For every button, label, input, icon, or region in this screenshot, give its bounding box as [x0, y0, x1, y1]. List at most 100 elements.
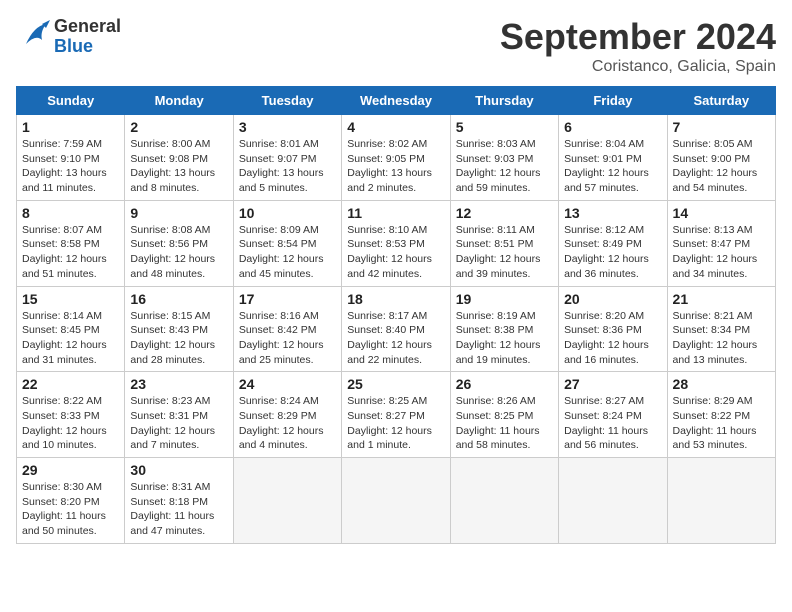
day-number: 3: [239, 119, 336, 135]
calendar-day-cell: 11 Sunrise: 8:10 AM Sunset: 8:53 PM Dayl…: [342, 200, 450, 286]
day-of-week-header: Tuesday: [233, 87, 341, 115]
calendar-day-cell: 24 Sunrise: 8:24 AM Sunset: 8:29 PM Dayl…: [233, 372, 341, 458]
daylight-label: Daylight: 12 hours and 1 minute.: [347, 425, 432, 452]
day-number: 7: [673, 119, 770, 135]
day-info: Sunrise: 8:17 AM Sunset: 8:40 PM Dayligh…: [347, 309, 444, 368]
sunset-label: Sunset: 8:42 PM: [239, 324, 317, 336]
sunset-label: Sunset: 9:10 PM: [22, 153, 100, 165]
logo-container: General Blue: [16, 16, 121, 57]
day-number: 22: [22, 376, 119, 392]
sunset-label: Sunset: 9:07 PM: [239, 153, 317, 165]
sunrise-label: Sunrise: 8:25 AM: [347, 395, 427, 407]
day-info: Sunrise: 8:00 AM Sunset: 9:08 PM Dayligh…: [130, 137, 227, 196]
daylight-label: Daylight: 11 hours and 50 minutes.: [22, 510, 106, 537]
daylight-label: Daylight: 11 hours and 53 minutes.: [673, 425, 757, 452]
sunset-label: Sunset: 8:38 PM: [456, 324, 534, 336]
calendar-day-cell: 9 Sunrise: 8:08 AM Sunset: 8:56 PM Dayli…: [125, 200, 233, 286]
day-info: Sunrise: 8:25 AM Sunset: 8:27 PM Dayligh…: [347, 394, 444, 453]
calendar-day-cell: 21 Sunrise: 8:21 AM Sunset: 8:34 PM Dayl…: [667, 286, 775, 372]
logo-icon-area: [16, 16, 52, 57]
daylight-label: Daylight: 12 hours and 54 minutes.: [673, 167, 758, 194]
daylight-label: Daylight: 12 hours and 22 minutes.: [347, 339, 432, 366]
sunset-label: Sunset: 8:53 PM: [347, 238, 425, 250]
daylight-label: Daylight: 11 hours and 47 minutes.: [130, 510, 214, 537]
sunset-label: Sunset: 8:18 PM: [130, 496, 208, 508]
day-number: 10: [239, 205, 336, 221]
day-info: Sunrise: 8:20 AM Sunset: 8:36 PM Dayligh…: [564, 309, 661, 368]
day-number: 30: [130, 462, 227, 478]
daylight-label: Daylight: 12 hours and 4 minutes.: [239, 425, 324, 452]
calendar-day-cell: [342, 458, 450, 544]
day-number: 17: [239, 291, 336, 307]
day-number: 19: [456, 291, 553, 307]
calendar-day-cell: 23 Sunrise: 8:23 AM Sunset: 8:31 PM Dayl…: [125, 372, 233, 458]
day-info: Sunrise: 8:23 AM Sunset: 8:31 PM Dayligh…: [130, 394, 227, 453]
day-number: 11: [347, 205, 444, 221]
sunset-label: Sunset: 9:00 PM: [673, 153, 751, 165]
day-of-week-header: Friday: [559, 87, 667, 115]
sunset-label: Sunset: 8:54 PM: [239, 238, 317, 250]
calendar-week-row: 22 Sunrise: 8:22 AM Sunset: 8:33 PM Dayl…: [17, 372, 776, 458]
day-number: 18: [347, 291, 444, 307]
day-info: Sunrise: 8:16 AM Sunset: 8:42 PM Dayligh…: [239, 309, 336, 368]
sunrise-label: Sunrise: 8:31 AM: [130, 481, 210, 493]
sunset-label: Sunset: 8:47 PM: [673, 238, 751, 250]
day-info: Sunrise: 8:02 AM Sunset: 9:05 PM Dayligh…: [347, 137, 444, 196]
daylight-label: Daylight: 12 hours and 57 minutes.: [564, 167, 649, 194]
daylight-label: Daylight: 12 hours and 10 minutes.: [22, 425, 107, 452]
calendar-header-row: SundayMondayTuesdayWednesdayThursdayFrid…: [17, 87, 776, 115]
day-number: 1: [22, 119, 119, 135]
day-number: 29: [22, 462, 119, 478]
sunrise-label: Sunrise: 7:59 AM: [22, 138, 102, 150]
day-info: Sunrise: 8:09 AM Sunset: 8:54 PM Dayligh…: [239, 223, 336, 282]
calendar-week-row: 29 Sunrise: 8:30 AM Sunset: 8:20 PM Dayl…: [17, 458, 776, 544]
daylight-label: Daylight: 12 hours and 51 minutes.: [22, 253, 107, 280]
day-number: 23: [130, 376, 227, 392]
day-info: Sunrise: 8:14 AM Sunset: 8:45 PM Dayligh…: [22, 309, 119, 368]
sunset-label: Sunset: 8:24 PM: [564, 410, 642, 422]
sunrise-label: Sunrise: 8:12 AM: [564, 224, 644, 236]
day-info: Sunrise: 7:59 AM Sunset: 9:10 PM Dayligh…: [22, 137, 119, 196]
day-info: Sunrise: 8:15 AM Sunset: 8:43 PM Dayligh…: [130, 309, 227, 368]
day-number: 13: [564, 205, 661, 221]
daylight-label: Daylight: 12 hours and 42 minutes.: [347, 253, 432, 280]
sunset-label: Sunset: 8:20 PM: [22, 496, 100, 508]
logo-general: General: [54, 17, 121, 37]
day-number: 2: [130, 119, 227, 135]
calendar-day-cell: 28 Sunrise: 8:29 AM Sunset: 8:22 PM Dayl…: [667, 372, 775, 458]
day-of-week-header: Saturday: [667, 87, 775, 115]
day-info: Sunrise: 8:26 AM Sunset: 8:25 PM Dayligh…: [456, 394, 553, 453]
day-number: 25: [347, 376, 444, 392]
sunset-label: Sunset: 8:51 PM: [456, 238, 534, 250]
day-info: Sunrise: 8:10 AM Sunset: 8:53 PM Dayligh…: [347, 223, 444, 282]
sunrise-label: Sunrise: 8:21 AM: [673, 310, 753, 322]
day-of-week-header: Sunday: [17, 87, 125, 115]
sunset-label: Sunset: 8:27 PM: [347, 410, 425, 422]
sunrise-label: Sunrise: 8:23 AM: [130, 395, 210, 407]
day-number: 16: [130, 291, 227, 307]
sunrise-label: Sunrise: 8:20 AM: [564, 310, 644, 322]
day-info: Sunrise: 8:19 AM Sunset: 8:38 PM Dayligh…: [456, 309, 553, 368]
month-title: September 2024: [500, 16, 776, 58]
daylight-label: Daylight: 12 hours and 34 minutes.: [673, 253, 758, 280]
calendar-day-cell: 8 Sunrise: 8:07 AM Sunset: 8:58 PM Dayli…: [17, 200, 125, 286]
day-number: 6: [564, 119, 661, 135]
day-of-week-header: Wednesday: [342, 87, 450, 115]
day-info: Sunrise: 8:27 AM Sunset: 8:24 PM Dayligh…: [564, 394, 661, 453]
daylight-label: Daylight: 13 hours and 2 minutes.: [347, 167, 432, 194]
logo-bird-icon: [16, 16, 52, 52]
sunset-label: Sunset: 8:36 PM: [564, 324, 642, 336]
sunrise-label: Sunrise: 8:24 AM: [239, 395, 319, 407]
sunrise-label: Sunrise: 8:01 AM: [239, 138, 319, 150]
day-number: 4: [347, 119, 444, 135]
daylight-label: Daylight: 12 hours and 36 minutes.: [564, 253, 649, 280]
location: Coristanco, Galicia, Spain: [500, 58, 776, 76]
calendar-day-cell: [667, 458, 775, 544]
calendar-day-cell: 27 Sunrise: 8:27 AM Sunset: 8:24 PM Dayl…: [559, 372, 667, 458]
sunrise-label: Sunrise: 8:19 AM: [456, 310, 536, 322]
daylight-label: Daylight: 13 hours and 11 minutes.: [22, 167, 107, 194]
daylight-label: Daylight: 12 hours and 7 minutes.: [130, 425, 215, 452]
day-info: Sunrise: 8:07 AM Sunset: 8:58 PM Dayligh…: [22, 223, 119, 282]
sunrise-label: Sunrise: 8:29 AM: [673, 395, 753, 407]
day-of-week-header: Thursday: [450, 87, 558, 115]
